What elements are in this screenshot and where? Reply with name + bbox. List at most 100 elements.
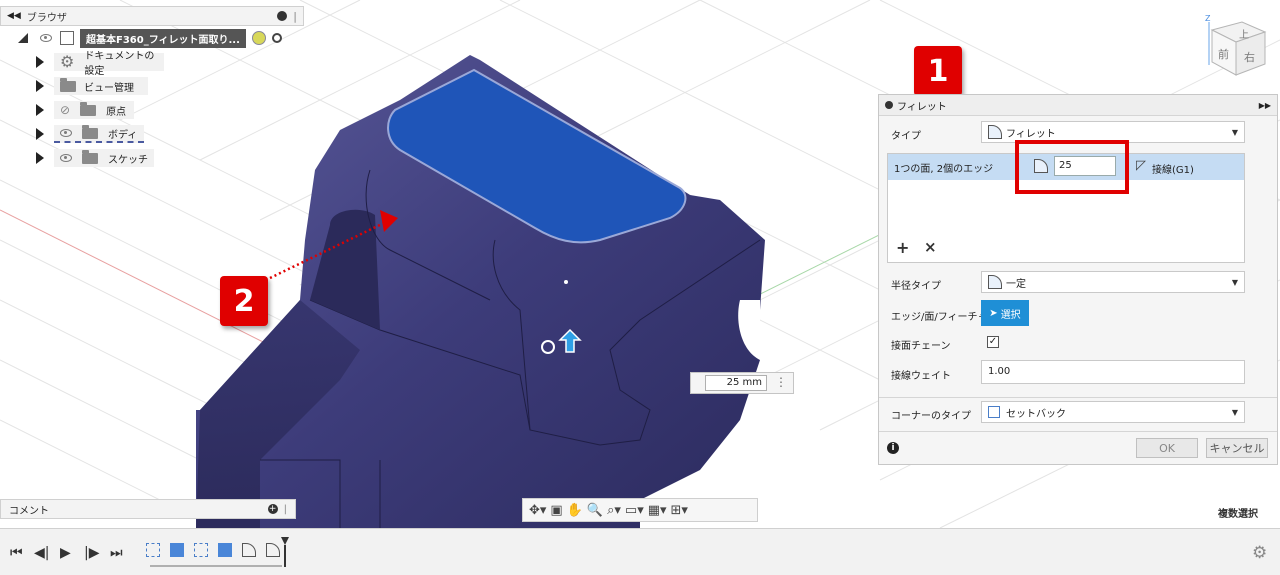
callout-badge-2: 2 xyxy=(220,276,268,326)
browser-minimize-icon[interactable] xyxy=(277,11,288,21)
tree-item-label: ビュー管理 xyxy=(84,82,134,94)
zoom-icon[interactable]: 🔍 xyxy=(587,503,603,518)
tree-expand-icon[interactable] xyxy=(36,80,44,92)
tree-item-label: ドキュメントの設定 xyxy=(84,51,155,77)
navigation-toolbar: ✥▾ ▣ ✋ 🔍 ⌕▾ ▭▾ ▦▾ ⊞▾ xyxy=(522,498,758,522)
grid-settings-icon[interactable]: ▦▾ xyxy=(648,503,667,518)
dimension-menu-icon[interactable]: ⋮ xyxy=(775,375,787,389)
activate-icon[interactable] xyxy=(251,31,266,45)
viewports-icon[interactable]: ⊞▾ xyxy=(671,503,688,518)
radius-type-value: 一定 xyxy=(1006,278,1026,290)
section-divider xyxy=(879,431,1277,432)
browser-header[interactable]: ◀◀ ブラウザ | xyxy=(0,6,304,26)
look-at-icon[interactable]: ▣ xyxy=(550,503,562,518)
viewcube-z-label: Z xyxy=(1205,14,1211,23)
document-name: 超基本F360_フィレット面取り... xyxy=(80,28,246,48)
tangent-weight-label: 接線ウェイト xyxy=(891,371,951,382)
comments-pin-icon[interactable]: | xyxy=(284,504,287,515)
dropdown-caret-icon: ▼ xyxy=(1231,407,1238,417)
visibility-eye-icon[interactable] xyxy=(40,34,52,42)
radio-target-icon[interactable] xyxy=(271,33,282,43)
go-to-end-icon[interactable]: ⏭ xyxy=(110,545,123,561)
add-row-icon[interactable]: + xyxy=(896,238,909,257)
orbit-icon[interactable]: ✥▾ xyxy=(529,503,546,518)
tree-item-named-views[interactable]: ビュー管理 xyxy=(36,74,304,98)
tangent-weight-input[interactable]: 1.00 xyxy=(981,360,1245,384)
step-forward-icon[interactable]: |▶ xyxy=(84,545,99,561)
tree-item-document-settings[interactable]: ⚙ ドキュメントの設定 xyxy=(36,50,304,77)
timeline-extrude-icon[interactable] xyxy=(218,543,232,557)
timeline-extrude-icon[interactable] xyxy=(170,543,184,557)
viewcube-top-label[interactable]: 上 xyxy=(1239,26,1249,41)
visibility-eye-icon[interactable] xyxy=(60,129,72,137)
timeline-fillet-icon[interactable] xyxy=(242,543,256,557)
cursor-arrow-icon: ➤ xyxy=(989,307,998,319)
visibility-eye-icon[interactable] xyxy=(60,154,72,162)
viewcube-right-label[interactable]: 右 xyxy=(1244,49,1255,65)
dialog-expand-icon[interactable]: ▶▶ xyxy=(1259,101,1271,110)
tangent-chain-label: 接面チェーン xyxy=(891,341,951,352)
callout-badge-1: 1 xyxy=(914,46,962,96)
browser-title: ブラウザ xyxy=(26,12,67,24)
callout-badge-1-number: 1 xyxy=(927,53,949,89)
cancel-button[interactable]: キャンセル xyxy=(1206,438,1268,458)
display-settings-icon[interactable]: ▭▾ xyxy=(625,503,644,518)
dialog-title: フィレット xyxy=(897,101,947,113)
setback-corner-icon xyxy=(988,406,1000,418)
tangent-continuity-icon[interactable]: ◸ xyxy=(1136,158,1146,173)
dropdown-caret-icon: ▼ xyxy=(1231,277,1238,287)
constant-radius-icon xyxy=(988,275,1002,289)
browser-pin-icon[interactable]: | xyxy=(293,10,297,23)
tree-expand-icon[interactable] xyxy=(36,128,44,140)
dialog-collapse-icon[interactable] xyxy=(885,101,893,109)
tangent-chain-checkbox[interactable]: ✓ xyxy=(987,336,999,348)
step-back-icon[interactable]: ◀| xyxy=(34,545,49,561)
continuity-value[interactable]: 接線(G1) xyxy=(1152,161,1194,176)
timeline-track xyxy=(150,565,282,567)
tree-expand-icon[interactable] xyxy=(18,33,28,43)
dimension-input[interactable]: 25 mm xyxy=(705,375,767,391)
browser-panel: ◀◀ ブラウザ | 超基本F360_フィレット面取り... ⚙ ドキュメントの設… xyxy=(0,6,304,170)
tree-item-origin[interactable]: ⊘ 原点 xyxy=(36,98,304,122)
dialog-header[interactable]: フィレット ▶▶ xyxy=(879,95,1277,116)
folder-icon xyxy=(60,77,76,92)
tree-item-chip: スケッチ xyxy=(54,149,154,167)
timeline-sketch-icon[interactable] xyxy=(194,543,208,557)
folder-icon xyxy=(82,124,98,139)
type-label: タイプ xyxy=(891,131,921,142)
fillet-type-icon xyxy=(988,125,1002,139)
fit-zoom-icon[interactable]: ⌕▾ xyxy=(607,503,621,518)
tree-item-label: ボディ xyxy=(108,129,138,141)
corner-type-value: セットバック xyxy=(1006,408,1066,420)
tree-expand-icon[interactable] xyxy=(36,152,44,164)
type-value: フィレット xyxy=(1006,128,1056,140)
tree-expand-icon[interactable] xyxy=(36,56,44,68)
dimension-input-box[interactable]: 25 mm ⋮ xyxy=(690,372,794,394)
comments-bar[interactable]: コメント + | xyxy=(0,499,296,519)
add-comment-icon[interactable]: + xyxy=(267,504,278,514)
tree-item-bodies[interactable]: ボディ xyxy=(36,122,304,146)
visibility-hidden-icon[interactable]: ⊘ xyxy=(60,103,70,117)
fillet-dialog: フィレット ▶▶ タイプ フィレット ▼ 1つの面, 2個のエッジ 25 ◸ 接… xyxy=(878,94,1278,465)
document-root-row[interactable]: 超基本F360_フィレット面取り... xyxy=(18,26,304,50)
status-text: 複数選択 xyxy=(1218,509,1258,520)
viewcube-front-label[interactable]: 前 xyxy=(1218,46,1229,62)
tree-expand-icon[interactable] xyxy=(36,104,44,116)
timeline-sketch-icon[interactable] xyxy=(146,543,160,557)
corner-type-dropdown[interactable]: セットバック ▼ xyxy=(981,401,1245,423)
timeline-settings-gear-icon[interactable]: ⚙ xyxy=(1252,543,1267,563)
ok-button[interactable]: OK xyxy=(1136,438,1198,458)
radius-type-dropdown[interactable]: 一定 ▼ xyxy=(981,271,1245,293)
remove-row-icon[interactable]: × xyxy=(924,238,937,256)
go-to-start-icon[interactable]: ⏮ xyxy=(10,545,23,561)
pan-hand-icon[interactable]: ✋ xyxy=(567,503,583,518)
gear-icon: ⚙ xyxy=(60,52,75,71)
timeline-fillet-icon[interactable] xyxy=(266,543,280,557)
timeline-marker-icon[interactable] xyxy=(281,537,289,567)
collapse-panel-icon[interactable]: ◀◀ xyxy=(7,11,21,21)
select-button[interactable]: ➤ 選択 xyxy=(981,300,1029,326)
play-icon[interactable]: ▶ xyxy=(60,545,71,561)
info-icon[interactable]: i xyxy=(887,442,899,454)
tree-item-chip: ビュー管理 xyxy=(54,77,148,95)
tree-item-sketches[interactable]: スケッチ xyxy=(36,146,304,170)
